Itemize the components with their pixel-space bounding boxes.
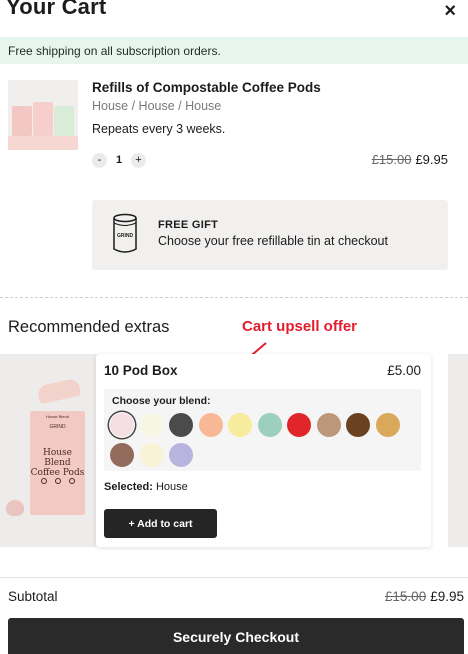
quantity-value: 1 <box>115 154 123 166</box>
item-price: £15.00 £9.95 <box>372 152 448 167</box>
free-gift-notice: GRIND FREE GIFT Choose your free refilla… <box>92 200 448 270</box>
upsell-card: 10 Pod Box £5.00 Choose your blend: Sele… <box>96 354 431 547</box>
blend-swatch[interactable] <box>287 413 311 437</box>
cart-item: Refills of Compostable Coffee Pods House… <box>0 64 468 184</box>
product-image[interactable]: House Blend GRIND House Blend Coffee Pod… <box>0 354 100 547</box>
brand-logo: GRIND <box>49 424 66 430</box>
selected-blend: Selected: House <box>104 481 188 493</box>
blend-swatch[interactable] <box>139 413 164 437</box>
upsell-price: £5.00 <box>387 363 421 378</box>
subtotal-original-price: £15.00 <box>384 589 427 604</box>
blend-swatch[interactable] <box>139 443 164 467</box>
footer-divider <box>0 577 468 578</box>
decrement-button[interactable]: - <box>92 152 107 168</box>
cart-header: Your Cart × <box>0 0 468 36</box>
blend-swatch[interactable] <box>228 413 252 437</box>
product-name[interactable]: Refills of Compostable Coffee Pods <box>92 80 321 95</box>
repeat-frequency: Repeats every 3 weeks. <box>92 122 226 136</box>
shipping-banner: Free shipping on all subscription orders… <box>0 37 468 64</box>
checkout-button[interactable]: Securely Checkout <box>8 618 464 654</box>
blend-picker: Choose your blend: <box>104 389 421 471</box>
page-title: Your Cart <box>6 0 107 19</box>
product-thumbnail[interactable] <box>8 80 78 150</box>
next-upsell-card[interactable] <box>448 354 468 547</box>
upsell-product-name[interactable]: 10 Pod Box <box>104 363 178 378</box>
blend-swatch[interactable] <box>257 413 282 437</box>
upsell-annotation: Cart upsell offer <box>242 318 358 335</box>
quantity-stepper: - 1 + <box>92 152 146 168</box>
recommended-title: Recommended extras <box>8 318 170 336</box>
gift-title: FREE GIFT <box>158 219 219 231</box>
subtotal-label: Subtotal <box>8 589 58 604</box>
blend-swatch[interactable] <box>198 413 223 437</box>
blend-swatch[interactable] <box>110 413 134 437</box>
sale-price: £9.95 <box>415 152 448 167</box>
product-variant: House / House / House <box>92 99 222 113</box>
blend-swatch[interactable] <box>346 413 370 437</box>
blend-swatch[interactable] <box>110 443 134 467</box>
blend-swatch[interactable] <box>169 413 193 437</box>
gift-text: Choose your free refillable tin at check… <box>158 234 388 248</box>
subtotal-price: £15.00 £9.95 <box>385 589 464 604</box>
blend-swatch[interactable] <box>169 443 193 467</box>
subtotal-sale-price: £9.95 <box>430 589 464 604</box>
increment-button[interactable]: + <box>131 152 146 168</box>
original-price: £15.00 <box>371 152 412 167</box>
section-divider <box>0 297 468 298</box>
add-to-cart-button[interactable]: + Add to cart <box>104 509 217 538</box>
tin-label: GRIND <box>117 233 134 239</box>
blend-swatch[interactable] <box>316 413 341 437</box>
close-icon[interactable]: × <box>444 0 456 22</box>
tin-icon: GRIND <box>113 213 137 253</box>
blend-swatch[interactable] <box>375 413 400 437</box>
blend-label: Choose your blend: <box>112 395 211 407</box>
pod-box-image: House Blend GRIND House Blend Coffee Pod… <box>30 411 85 515</box>
